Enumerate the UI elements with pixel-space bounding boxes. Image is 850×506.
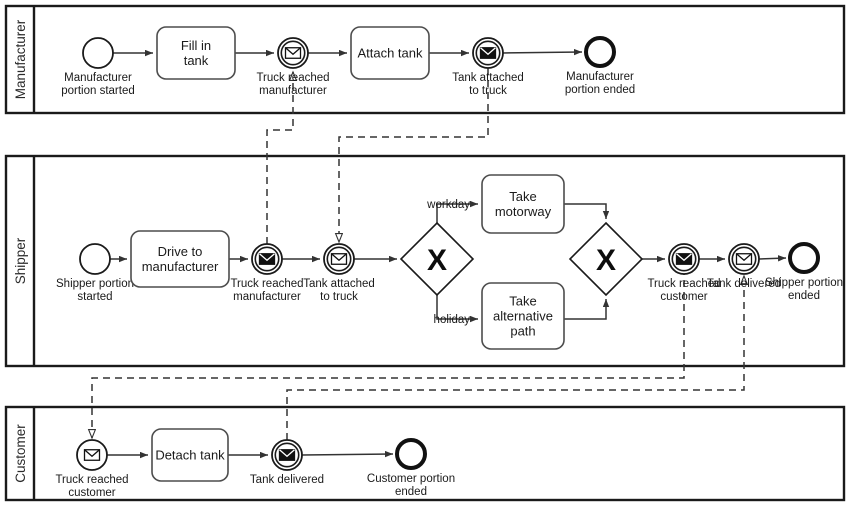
nodes-layer: Manufacturerportion startedFill intankTr…: [55, 26, 843, 499]
task-label-m-fill: Fill in: [181, 38, 211, 53]
task-label-s-drive: Drive to: [158, 244, 203, 259]
node-s-join: X: [568, 221, 644, 297]
task-label-s-alternative: path: [510, 324, 535, 339]
node-s-alternative: Takealternativepath: [481, 282, 565, 350]
task-label-s-motorway: Take: [509, 189, 536, 204]
event-label-m-end: Manufacturer: [566, 71, 634, 83]
pool-label-manufacturer: Manufacturer: [13, 19, 28, 99]
event-label-c-start: customer: [68, 487, 115, 499]
node-c-start: Truck reachedcustomer: [55, 439, 129, 499]
task-label-s-drive: manufacturer: [142, 259, 219, 274]
node-m-end: Manufacturerportion ended: [565, 36, 635, 96]
pool-label-shipper: Shipper: [13, 237, 28, 284]
event-label-m-tank-attached: Tank attached: [452, 72, 524, 84]
start-event-m-start[interactable]: [82, 37, 114, 69]
node-s-truck-customer: Truck reachedcustomer: [647, 243, 721, 303]
event-label-s-truck-customer: customer: [660, 291, 707, 303]
node-s-tank-attached: Tank attachedto truck: [303, 243, 375, 303]
node-c-tank-delivered: Tank delivered: [250, 439, 324, 486]
task-label-s-alternative: alternative: [493, 309, 553, 324]
node-s-drive: Drive tomanufacturer: [130, 230, 230, 288]
event-label-c-start: Truck reached: [55, 474, 128, 486]
event-label-s-tank-attached: Tank attached: [303, 278, 375, 290]
pool-label-customer: Customer: [13, 424, 28, 483]
event-label-m-truck-reached: manufacturer: [259, 85, 327, 97]
condition-label-cond-holiday: holiday: [434, 314, 471, 326]
sequence-flow-sf-s7: [564, 203, 610, 219]
event-label-c-end: ended: [395, 486, 427, 498]
gateway-x-icon-s-join: X: [596, 244, 616, 277]
task-label-c-detach: Detach tank: [155, 448, 225, 463]
task-label-m-fill: tank: [184, 53, 209, 68]
sequence-flow-sf-m5: [502, 48, 583, 56]
end-event-m-end[interactable]: [584, 36, 616, 68]
message-flow-mf-1: [266, 72, 293, 244]
event-label-c-end: Customer portion: [367, 473, 455, 485]
event-label-m-start: portion started: [61, 85, 135, 97]
condition-label-cond-workday: workday: [426, 199, 470, 211]
task-label-s-alternative: Take: [509, 294, 536, 309]
gateway-x-icon-s-split: X: [427, 244, 447, 277]
event-label-s-start: Shipper portion: [56, 278, 134, 290]
node-c-end: Customer portionended: [367, 438, 455, 498]
node-s-start: Shipper portionstarted: [56, 243, 134, 303]
node-s-split: X: [399, 221, 475, 297]
node-s-motorway: Takemotorway: [481, 174, 565, 234]
node-s-truck-reached: Truck reachedmanufacturer: [230, 243, 304, 303]
node-m-attach: Attach tank: [350, 26, 430, 80]
start-event-s-start[interactable]: [79, 243, 111, 275]
node-m-tank-attached: Tank attachedto truck: [452, 37, 524, 97]
node-m-truck-reached: Truck reachedmanufacturer: [256, 37, 330, 97]
event-label-m-tank-attached: to truck: [469, 85, 507, 97]
task-label-s-motorway: motorway: [495, 204, 552, 219]
event-label-m-start: Manufacturer: [64, 72, 132, 84]
event-label-s-tank-attached: to truck: [320, 291, 358, 303]
event-label-s-start: started: [77, 291, 112, 303]
end-event-c-end[interactable]: [395, 438, 427, 470]
end-event-s-end[interactable]: [788, 242, 820, 274]
task-label-m-attach: Attach tank: [357, 46, 423, 61]
sequence-flow-sf-c3: [301, 450, 394, 458]
node-m-fill: Fill intank: [156, 26, 236, 80]
event-label-s-truck-reached: Truck reached: [230, 278, 303, 290]
bpmn-diagram-canvas: Manufacturer Shipper Customer Manufacturer…: [0, 0, 850, 506]
bpmn-svg: Manufacturer Shipper Customer Manufacturer…: [4, 4, 846, 502]
event-label-c-tank-delivered: Tank delivered: [250, 474, 324, 486]
sequence-flow-sf-s11: [758, 255, 787, 262]
event-label-s-truck-reached: manufacturer: [233, 291, 301, 303]
event-label-s-end: Shipper portion: [765, 277, 843, 289]
event-label-m-truck-reached: Truck reached: [256, 72, 329, 84]
event-label-s-end: ended: [788, 290, 820, 302]
node-s-end: Shipper portionended: [765, 242, 843, 302]
node-m-start: Manufacturerportion started: [61, 37, 135, 97]
sequence-flow-sf-s8: [564, 299, 610, 320]
event-label-m-end: portion ended: [565, 84, 635, 96]
node-c-detach: Detach tank: [151, 428, 229, 482]
